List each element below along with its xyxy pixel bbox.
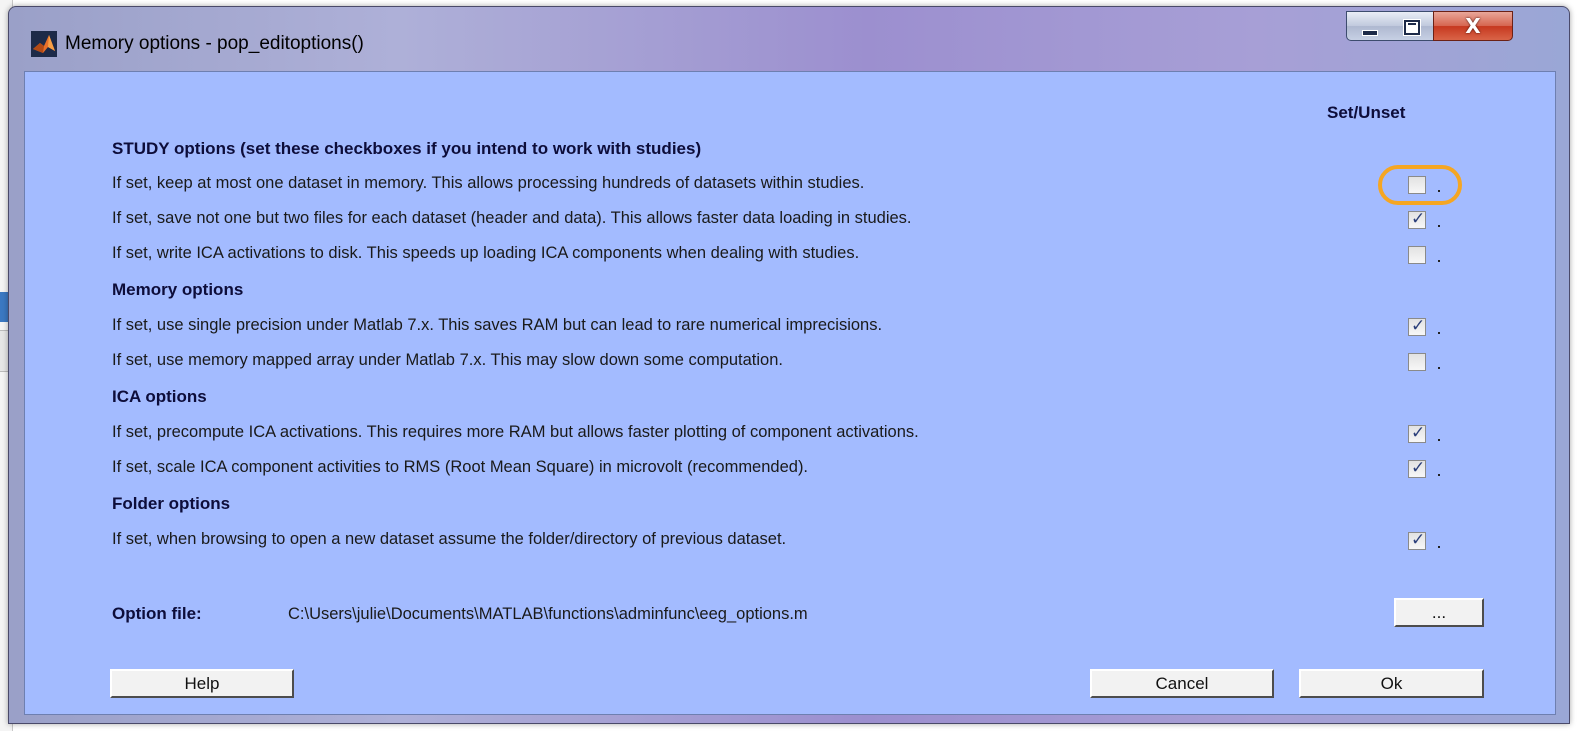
section-header-study: STUDY options (set these checkboxes if y… (112, 139, 702, 158)
section-header-ica: ICA options (112, 387, 207, 406)
highlight-circle (1378, 165, 1462, 205)
minimize-icon (1362, 30, 1378, 36)
browse-option-file-button[interactable]: ... (1394, 598, 1484, 627)
dialog-body: Set/Unset STUDY options (set these check… (24, 71, 1556, 715)
option-file-path: C:\Users\julie\Documents\MATLAB\function… (288, 605, 808, 623)
checkbox-dot (1438, 439, 1440, 441)
option-label-folder-previous-dataset: If set, when browsing to open a new data… (112, 530, 787, 548)
section-header-memory: Memory options (112, 280, 244, 299)
checkbox-scale-ica-rms[interactable]: ✓ (1408, 458, 1426, 478)
option-label-precompute-ica: If set, precompute ICA activations. This… (112, 423, 919, 441)
close-icon: X (1465, 14, 1481, 38)
checkbox-dot (1438, 546, 1440, 548)
checkbox-single-precision[interactable]: ✓ (1408, 316, 1426, 336)
option-label-scale-ica-rms: If set, scale ICA component activities t… (112, 458, 809, 476)
checkbox-dot (1438, 260, 1440, 262)
cancel-button[interactable]: Cancel (1090, 669, 1274, 698)
matlab-icon (31, 31, 57, 57)
memory-options-window: Memory options - pop_editoptions() X Set… (8, 6, 1570, 724)
checkbox-dot (1438, 367, 1440, 369)
section-header-folder: Folder options (112, 494, 231, 513)
checkbox-dot (1438, 332, 1440, 334)
minimize-button[interactable] (1346, 11, 1391, 41)
close-button[interactable]: X (1433, 11, 1513, 41)
ok-button[interactable]: Ok (1299, 669, 1484, 698)
option-label-ica-activations-to-disk: If set, write ICA activations to disk. T… (112, 244, 860, 262)
checkbox-dot (1438, 225, 1440, 227)
checkbox-two-files-per-dataset[interactable]: ✓ (1408, 209, 1426, 229)
option-file-label: Option file: (112, 604, 202, 623)
option-label-memory-mapped-array: If set, use memory mapped array under Ma… (112, 351, 783, 369)
checkbox-folder-previous-dataset[interactable]: ✓ (1408, 530, 1426, 550)
option-label-one-dataset-in-memory: If set, keep at most one dataset in memo… (112, 174, 865, 192)
checkbox-dot (1438, 474, 1440, 476)
checkbox-memory-mapped-array[interactable] (1408, 353, 1426, 371)
maximize-button[interactable] (1390, 11, 1434, 41)
checkbox-ica-activations-to-disk[interactable] (1408, 246, 1426, 264)
option-label-two-files-per-dataset: If set, save not one but two files for e… (112, 209, 912, 227)
title-bar[interactable]: Memory options - pop_editoptions() X (9, 7, 1569, 71)
help-button[interactable]: Help (110, 669, 294, 698)
maximize-icon (1404, 20, 1420, 35)
set-unset-column-header: Set/Unset (1327, 103, 1406, 122)
option-label-single-precision: If set, use single precision under Matla… (112, 316, 883, 334)
checkbox-precompute-ica[interactable]: ✓ (1408, 423, 1426, 443)
window-title: Memory options - pop_editoptions() (65, 33, 364, 54)
